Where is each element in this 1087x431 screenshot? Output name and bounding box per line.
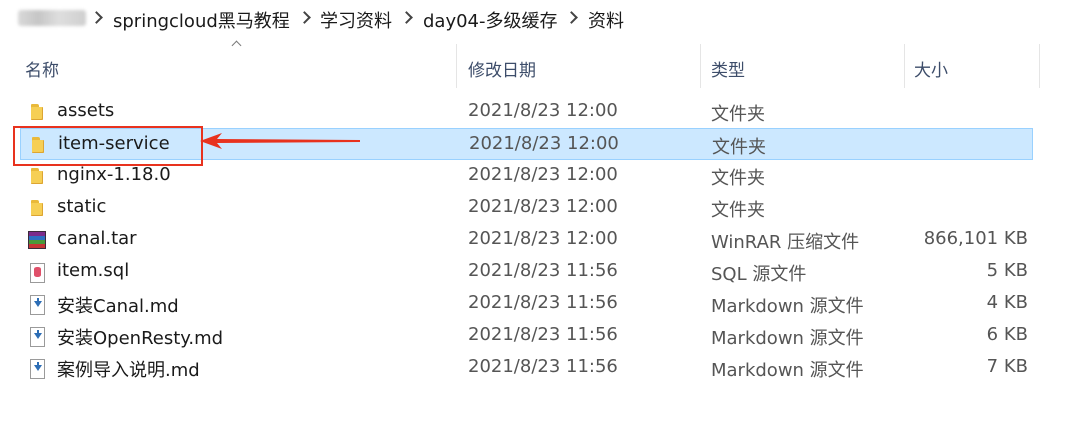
file-size: 5 KB [986, 260, 1028, 281]
breadcrumb-item[interactable]: springcloud黑马教程 [113, 7, 290, 33]
file-type: 文件夹 [711, 104, 765, 125]
file-type: 文件夹 [711, 200, 765, 221]
file-date: 2021/8/23 12:00 [468, 100, 618, 121]
markdown-file-icon [30, 295, 45, 315]
file-type: WinRAR 压缩文件 [711, 232, 860, 253]
file-type: SQL 源文件 [711, 264, 807, 285]
file-date: 2021/8/23 12:00 [468, 196, 618, 217]
winrar-archive-icon [28, 231, 46, 249]
file-type: Markdown 源文件 [711, 360, 864, 381]
file-date: 2021/8/23 11:56 [468, 356, 618, 377]
file-name: static [57, 196, 107, 217]
column-divider[interactable] [456, 44, 457, 88]
file-size: 6 KB [986, 324, 1028, 345]
file-name: 安装OpenResty.md [57, 328, 224, 349]
column-divider[interactable] [700, 44, 701, 88]
file-type: Markdown 源文件 [711, 296, 864, 317]
annotation-arrow-icon [200, 133, 360, 149]
breadcrumb: springcloud黑马教程 学习资料 day04-多级缓存 资料 [0, 0, 1087, 36]
markdown-file-icon [30, 327, 45, 347]
chevron-right-icon[interactable] [90, 9, 104, 27]
breadcrumb-item[interactable]: 学习资料 [320, 7, 392, 33]
column-headers: 名称 修改日期 类型 大小 [0, 44, 1087, 92]
file-name: 案例导入说明.md [57, 360, 200, 381]
column-header-name[interactable]: 名称 [25, 56, 59, 81]
file-type: 文件夹 [711, 168, 765, 189]
file-date: 2021/8/23 12:00 [468, 164, 618, 185]
file-name: canal.tar [57, 228, 137, 249]
chevron-right-icon[interactable] [565, 9, 579, 27]
file-type: Markdown 源文件 [711, 328, 864, 349]
folder-icon [28, 167, 46, 185]
annotation-highlight-box [13, 126, 203, 166]
breadcrumb-item[interactable]: 资料 [588, 7, 624, 33]
file-size: 866,101 KB [923, 228, 1028, 249]
column-header-type[interactable]: 类型 [711, 56, 745, 81]
file-date: 2021/8/23 11:56 [468, 324, 618, 345]
file-row[interactable]: 安装Canal.md 2021/8/23 11:56 Markdown 源文件 … [20, 288, 1033, 320]
file-name: 安装Canal.md [57, 296, 179, 317]
file-row[interactable]: canal.tar 2021/8/23 12:00 WinRAR 压缩文件 86… [20, 224, 1033, 256]
breadcrumb-item[interactable]: day04-多级缓存 [423, 7, 558, 33]
file-name: item.sql [57, 260, 130, 281]
file-name: nginx-1.18.0 [57, 164, 171, 185]
sql-file-icon [30, 263, 45, 283]
sort-ascending-icon [231, 38, 243, 48]
file-type: 文件夹 [712, 137, 766, 158]
column-header-size[interactable]: 大小 [914, 56, 948, 81]
file-date: 2021/8/23 11:56 [468, 260, 618, 281]
column-divider[interactable] [1039, 44, 1040, 88]
column-divider[interactable] [904, 44, 905, 88]
folder-icon [28, 199, 46, 217]
chevron-right-icon[interactable] [400, 9, 414, 27]
chevron-right-icon[interactable] [298, 9, 312, 27]
file-row[interactable]: assets 2021/8/23 12:00 文件夹 [20, 96, 1033, 128]
markdown-file-icon [30, 359, 45, 379]
file-size: 7 KB [986, 356, 1028, 377]
file-date: 2021/8/23 12:00 [468, 228, 618, 249]
file-date: 2021/8/23 12:00 [469, 133, 619, 154]
column-header-date[interactable]: 修改日期 [468, 56, 536, 81]
file-size: 4 KB [986, 292, 1028, 313]
file-row[interactable]: static 2021/8/23 12:00 文件夹 [20, 192, 1033, 224]
folder-icon [28, 103, 46, 121]
file-date: 2021/8/23 11:56 [468, 292, 618, 313]
blurred-path-segment[interactable] [18, 10, 86, 26]
file-name: assets [57, 100, 115, 121]
file-row[interactable]: 安装OpenResty.md 2021/8/23 11:56 Markdown … [20, 320, 1033, 352]
file-row[interactable]: item.sql 2021/8/23 11:56 SQL 源文件 5 KB [20, 256, 1033, 288]
file-row[interactable]: 案例导入说明.md 2021/8/23 11:56 Markdown 源文件 7… [20, 352, 1033, 384]
